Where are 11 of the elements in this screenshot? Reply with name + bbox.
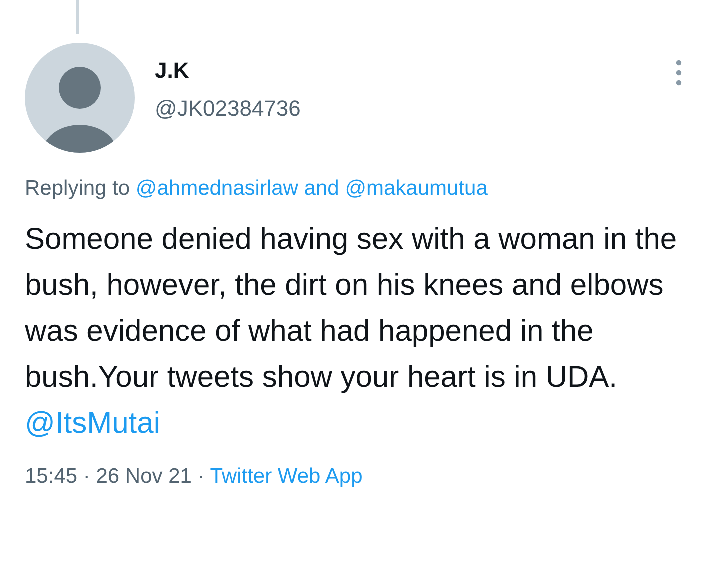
source-link[interactable]: Twitter Web App bbox=[210, 465, 363, 488]
mention-link[interactable]: @ItsMutai bbox=[25, 407, 160, 440]
thread-line bbox=[76, 0, 79, 34]
replying-to-text: Replying to @ahmednasirlaw and @makaumutua bbox=[25, 177, 489, 201]
mention-link[interactable]: @ahmednasirlaw bbox=[136, 177, 298, 200]
author-handle[interactable]: @JK02384736 bbox=[155, 96, 301, 122]
tweet-text: Someone denied having sex with a woman in the bush, however, the dirt on his knees and elbows was evidence of what had happened in the bush.Your tweets show your heart is in UDA. @ItsMutai bbox=[25, 222, 678, 442]
more-icon[interactable] bbox=[675, 60, 683, 86]
mention-link[interactable]: @makaumutua bbox=[345, 177, 488, 200]
tweet-meta: 15:45 · 26 Nov 21 · Twitter Web App bbox=[25, 465, 364, 489]
author-name[interactable]: J.K bbox=[155, 58, 301, 84]
